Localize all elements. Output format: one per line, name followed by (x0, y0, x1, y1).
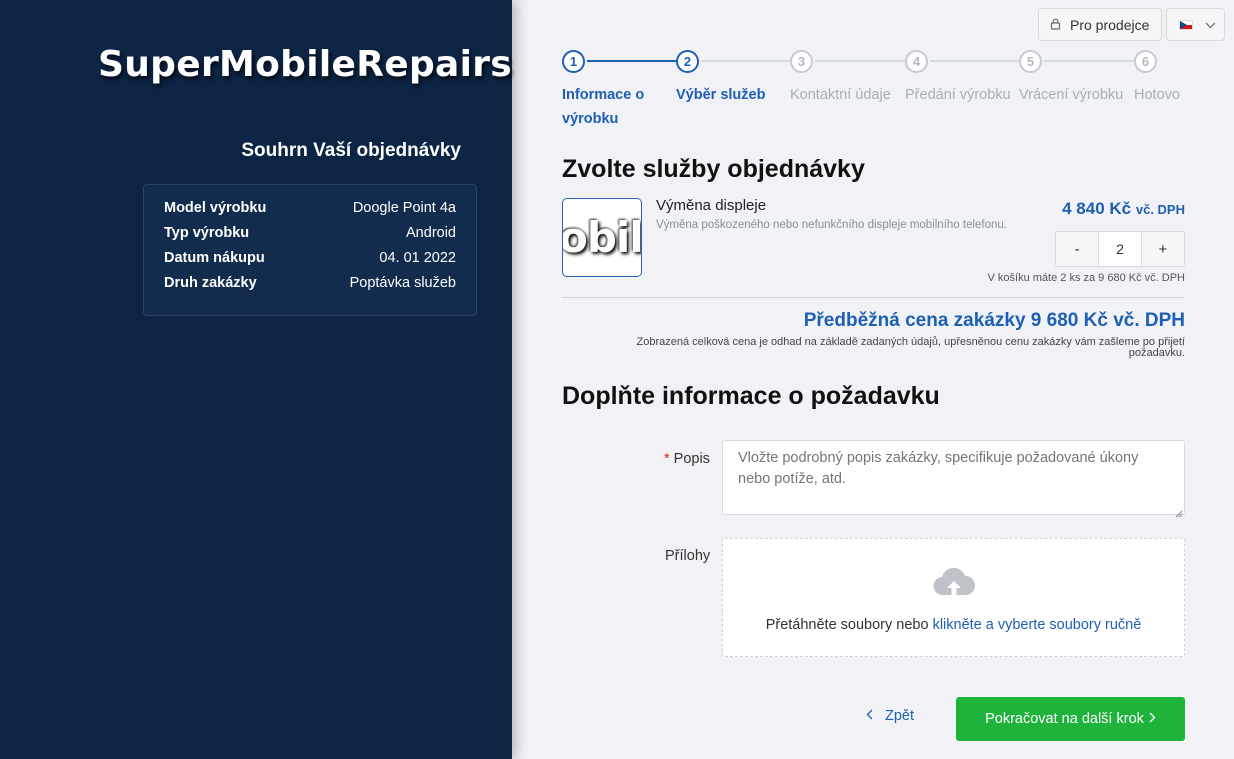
file-dropzone[interactable]: Přetáhněte soubory nebo klikněte a vyber… (722, 538, 1185, 657)
step-label: Předání výrobku (905, 87, 1011, 103)
service-thumbnail: obile (562, 198, 642, 277)
step-label: Kontaktní údaje (790, 87, 891, 103)
brand-logo: SuperMobileRepairs (98, 44, 513, 85)
summary-value: 04. 01 2022 (379, 250, 456, 266)
service-name: Výměna displeje (656, 197, 767, 214)
step-number: 6 (1134, 50, 1157, 73)
total-disclaimer: Zobrazená celková cena je odhad na zákla… (636, 336, 1185, 359)
qty-input[interactable]: 2 (1098, 232, 1142, 266)
attachments-label: Přílohy (665, 548, 711, 564)
summary-value: Poptávka služeb (349, 275, 456, 291)
back-label: Zpět (885, 708, 915, 724)
next-step-button[interactable]: Pokračovat na další krok (956, 697, 1185, 741)
step-done: 6 Hotovo (1134, 50, 1194, 107)
form-heading: Doplňte informace o požadavku (562, 382, 940, 410)
step-connector (1044, 60, 1136, 62)
price-amount: 4 840 Kč (1062, 199, 1132, 218)
step-connector (587, 60, 677, 62)
order-summary: Model výrobku Doogle Point 4a Typ výrobk… (143, 184, 477, 316)
service-description: Výměna poškozeného nebo nefunkčního disp… (656, 219, 1007, 231)
resize-handle-icon[interactable] (1175, 505, 1183, 518)
drop-instruction: Přetáhněte soubory nebo (765, 617, 933, 633)
drop-text: Přetáhněte soubory nebo klikněte a vyber… (723, 617, 1184, 633)
summary-label: Typ výrobku (164, 225, 250, 241)
step-product-info[interactable]: 1 Informace o výrobku (562, 50, 677, 131)
step-connector (930, 60, 1022, 62)
required-mark: * (664, 451, 670, 467)
quantity-stepper: - 2 + (1055, 231, 1185, 267)
progress-stepper: 1 Informace o výrobku 2 Výběr služeb 3 K… (562, 50, 1185, 130)
chevron-down-icon (1205, 16, 1216, 34)
chevron-left-icon (866, 708, 873, 724)
step-label: Hotovo (1134, 87, 1180, 103)
seller-login-button[interactable]: Pro prodejce (1038, 8, 1162, 41)
cart-note: V košíku máte 2 ks za 9 680 Kč vč. DPH (987, 272, 1185, 284)
language-select[interactable] (1166, 8, 1225, 41)
step-label: Informace o výrobku (562, 87, 645, 127)
step-number: 4 (905, 50, 928, 73)
description-textarea[interactable] (722, 440, 1185, 515)
step-label: Výběr služeb (676, 87, 766, 103)
step-handover: 4 Předání výrobku (905, 50, 1022, 107)
step-services[interactable]: 2 Výběr služeb (676, 50, 792, 107)
summary-row-date: Datum nákupu 04. 01 2022 (164, 250, 456, 275)
summary-value: Android (406, 225, 456, 241)
description-label: * Popis (664, 451, 710, 467)
thumbnail-text: obile (562, 213, 642, 262)
summary-row-order-type: Druh zakázky Poptávka služeb (164, 275, 456, 300)
divider (562, 297, 1185, 298)
sidebar: SuperMobileRepairs Souhrn Vaší objednávk… (0, 0, 512, 759)
chevron-right-icon (1149, 711, 1156, 727)
estimated-total: Předběžná cena zakázky 9 680 Kč vč. DPH (803, 310, 1185, 331)
qty-minus-button[interactable]: - (1056, 232, 1099, 266)
lock-icon (1050, 17, 1061, 33)
step-number: 5 (1019, 50, 1042, 73)
qty-plus-button[interactable]: + (1141, 232, 1184, 266)
back-button[interactable]: Zpět (866, 708, 914, 724)
price-suffix: vč. DPH (1135, 202, 1185, 217)
description-label-text: Popis (673, 451, 710, 467)
seller-label: Pro prodejce (1070, 16, 1150, 33)
summary-label: Druh zakázky (164, 275, 257, 291)
step-number: 1 (562, 50, 585, 73)
browse-files-link[interactable]: klikněte a vyberte soubory ručně (933, 617, 1142, 633)
service-price: 4 840 Kč vč. DPH (1062, 199, 1185, 219)
summary-title: Souhrn Vaší objednávky (241, 140, 461, 161)
summary-row-type: Typ výrobku Android (164, 225, 456, 250)
summary-label: Model výrobku (164, 200, 267, 216)
summary-row-model: Model výrobku Doogle Point 4a (164, 200, 456, 225)
step-return: 5 Vrácení výrobku (1019, 50, 1136, 107)
services-heading: Zvolte služby objednávky (562, 155, 865, 183)
summary-label: Datum nákupu (164, 250, 265, 266)
step-contact: 3 Kontaktní údaje (790, 50, 907, 107)
step-label: Vrácení výrobku (1019, 87, 1124, 103)
next-label: Pokračovat na další krok (985, 711, 1144, 727)
czech-flag-icon (1179, 19, 1193, 30)
step-number: 3 (790, 50, 813, 73)
step-connector (815, 60, 907, 62)
step-connector (701, 60, 792, 62)
cloud-upload-icon (932, 567, 976, 604)
step-number: 2 (676, 50, 699, 73)
summary-value: Doogle Point 4a (352, 200, 456, 216)
